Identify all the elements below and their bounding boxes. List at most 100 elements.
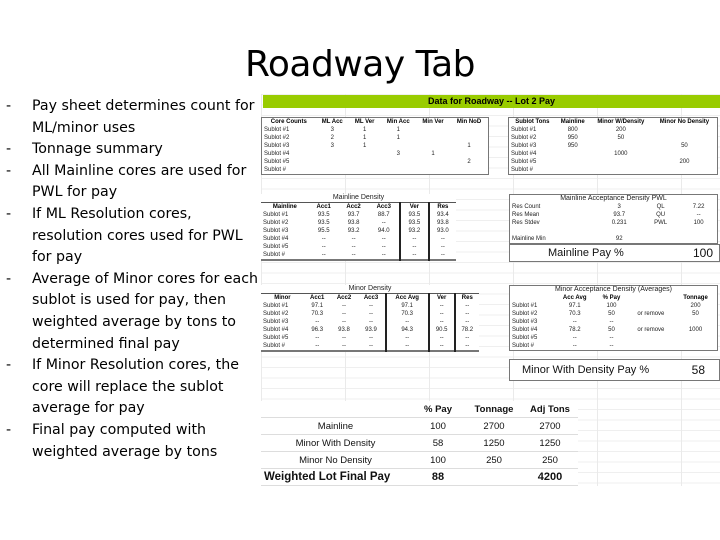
table-cell: 97.1 [384,302,429,310]
table-cell: 93.2 [347,228,360,234]
final-pay-label: Weighted Lot Final Pay [261,468,410,486]
row-label: Sublot #2 [264,135,290,141]
mainline-density-table: Mainline Density Mainline Acc1 Acc2 Acc3 Ver R… [261,194,456,261]
table-cell: 1 [363,143,367,149]
table-cell [556,166,590,175]
row-label: Sublot # [264,167,287,173]
table-row: Sublot #3 95.5 93.2 94.0 93.2 93.0 [261,227,456,235]
table-cell: -- [609,335,614,341]
column-header: Ver [399,202,429,211]
table-cell: -- [315,319,320,325]
table-cell: 93.8 [347,220,360,226]
row-label: Sublot # [512,343,535,349]
bullet-marker: - [6,141,12,158]
table-cell [416,166,450,175]
core-counts-table: Core Counts ML Acc ML Ver Min Acc Min Ver Min… [261,117,489,175]
table-cell: -- [427,334,455,342]
header-row: Acc Avg % Pay Tonnage [510,294,718,302]
column-header: Mainline [272,204,297,210]
minor-pay-label: Minor With Density Pay % [522,364,650,376]
column-header: Acc2 [346,204,361,210]
table-cell: 93.9 [365,327,377,333]
table-row: Sublot #3 950 50 [509,142,718,150]
table-row: Sublot #1 97.1 -- -- 97.1 -- -- [261,302,479,310]
table-cell: PWL [654,220,668,226]
row-label: Sublot #4 [263,236,289,242]
row-label: Sublot #2 [263,311,289,317]
table-row: Sublot # -- -- -- -- -- -- [261,342,479,351]
summary-row: Mainline 100 2700 2700 [261,417,578,435]
table-caption: Mainline Density [261,194,456,203]
table-cell: 950 [567,135,578,141]
table-cell: 50 [608,311,615,317]
column-header: Res [453,293,479,302]
mainline-pay-box: Mainline Pay % 100 [509,244,720,262]
table-cell [674,342,717,351]
table-cell: 7.22 [692,204,705,210]
table-row: Sublot #2 70.3 50 or remove 50 [510,310,718,318]
table-cell: -- [427,243,456,251]
table-cell: 3 [396,151,400,157]
row-label: Sublot #5 [511,159,537,165]
table-cell: or remove [637,311,665,317]
row-label: Sublot #2 [511,135,537,141]
table-cell: 50 [617,135,625,141]
row-label: Sublot #1 [263,303,289,309]
table-cell: 1000 [614,151,628,157]
table-cell: -- [384,334,429,342]
table-cell [674,334,717,342]
table-cell: 93.5 [399,211,429,219]
table-row: Sublot #4 96.3 93.8 93.9 94.3 90.5 78.2 [261,326,479,334]
table-cell [652,134,718,142]
slide-title: Roadway Tab [244,44,476,85]
column-header: Sublot Tons [515,119,550,125]
table-cell: 200 [679,159,690,165]
pay-summary-table: % Pay Tonnage Adj Tons Mainline 100 2700 2700 M… [261,401,578,486]
table-cell: -- [321,236,326,242]
table-cell: 100 [410,451,466,469]
table-cell [628,342,674,351]
table-cell [450,134,489,142]
bullet-item: - Pay sheet determines count for ML/minor… [6,98,255,136]
table-cell [349,166,380,175]
table-cell: 93.5 [317,220,330,226]
column-header: Acc3 [376,204,391,210]
row-label: Sublot #5 [512,335,538,341]
table-cell: -- [399,243,429,251]
table-row: Sublot #4 3 1 [262,150,489,158]
bullet-item: - Final pay computed with weighted averag… [6,421,218,460]
table-cell: -- [341,343,346,349]
row-label: Sublot # [263,252,286,258]
table-cell: 93.0 [427,227,456,235]
table-cell: -- [384,318,429,326]
table-cell: -- [321,244,326,250]
table-cell: -- [696,212,701,218]
table-cell: 1 [467,143,471,149]
bullet-marker: - [6,421,12,438]
table-cell [652,150,718,158]
table-cell: 100 [693,220,704,226]
table-row: Sublot #4 78.2 50 or remove 1000 [510,326,718,334]
table-cell: 70.3 [568,311,581,317]
table-row: Sublot #5 -- -- -- -- -- -- [261,334,479,342]
table-cell: 100 [606,303,617,309]
bullet-item: - Average of Minor cores for each sublot … [6,270,259,352]
table-cell [652,126,718,134]
table-cell: -- [341,319,346,325]
table-cell: 950 [567,143,578,149]
header-row: Core Counts ML Acc ML Ver Min Acc Min Ver Min… [262,118,489,127]
bullet-item: - Tonnage summary [6,139,262,161]
table-cell: 92 [615,236,623,242]
column-header: Mainline [560,119,585,125]
table-cell: -- [453,334,479,342]
sheet-banner: Data for Roadway -- Lot 2 Pay [263,95,720,108]
row-label: Sublot #3 [511,143,537,149]
table-cell [628,318,674,326]
table-row: Sublot #2 2 1 1 [262,134,489,142]
sublot-tons-table: Sublot Tons Mainline Minor W/Density Minor … [508,117,718,175]
table-caption-row: Mainline Density [261,194,456,203]
table-cell: 78.2 [568,327,581,333]
table-cell: 1250 [522,434,578,452]
table-cell: 90.5 [427,326,455,334]
table-cell [597,227,641,235]
